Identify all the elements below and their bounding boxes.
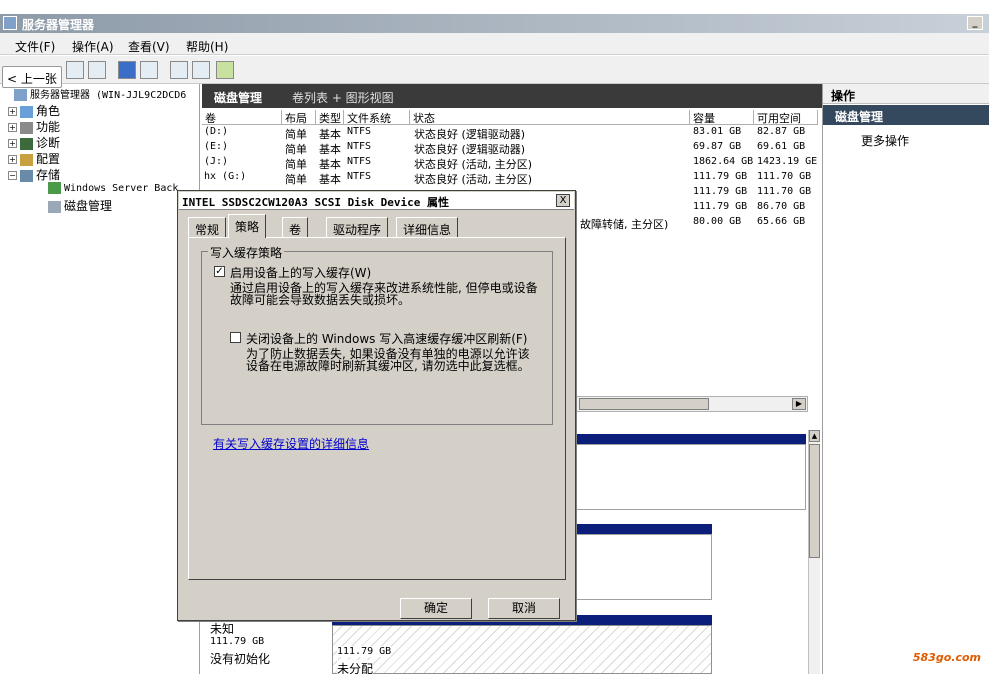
previous-button[interactable]: < 上一张: [2, 66, 62, 88]
disk-status: 未知: [210, 622, 235, 636]
scroll-right-icon[interactable]: ▶: [792, 398, 806, 410]
column-header-layout[interactable]: 布局: [282, 110, 316, 125]
disk-size: 111.79 GB: [210, 636, 265, 647]
panel-title: 磁盘管理: [214, 91, 263, 105]
unallocated-partition[interactable]: 111.79 GB 未分配: [332, 625, 712, 674]
show-hide-tree-icon[interactable]: [88, 61, 106, 79]
tab-volumes[interactable]: 卷: [282, 217, 309, 237]
menu-help[interactable]: 帮助(H): [186, 38, 228, 55]
column-header-volume[interactable]: 卷: [202, 110, 282, 125]
expand-icon[interactable]: +: [8, 155, 17, 164]
disk-bar: [576, 524, 712, 534]
navigation-tree: 服务器管理器 (WIN-JJL9C2DCD6 + 角色 + 功能 + 诊断 + 配置 −…: [0, 84, 200, 674]
server-icon: [14, 88, 27, 101]
window-title: 服务器管理器: [22, 18, 95, 32]
tree-item-diagnostics[interactable]: + 诊断: [8, 134, 60, 151]
partition-block[interactable]: [576, 534, 712, 600]
tree-item-roles[interactable]: + 角色: [8, 102, 60, 119]
action-pane-icon[interactable]: [140, 61, 158, 79]
properties-icon[interactable]: [192, 61, 210, 79]
turn-off-flush-desc: 为了防止数据丢失, 如果设备没有单独的电源以允许该 设备在电源故障时刷新其缓冲区…: [246, 347, 530, 373]
policies-tab-panel: 写入缓存策略 ✓ 启用设备上的写入缓存(W) 通过启用设备上的写入缓存来改进系统…: [188, 237, 566, 580]
column-header-filesystem[interactable]: 文件系统: [344, 110, 410, 125]
disk-icon[interactable]: [216, 61, 234, 79]
backup-icon: [48, 182, 61, 194]
partition-block[interactable]: [576, 444, 806, 510]
refresh-icon[interactable]: [170, 61, 188, 79]
turn-off-flush-label[interactable]: 关闭设备上的 Windows 写入高速缓存缓冲区刷新(F): [246, 330, 527, 347]
unallocated-label: 未分配: [337, 660, 374, 674]
tab-policies[interactable]: 策略: [228, 214, 267, 238]
expand-icon[interactable]: +: [8, 107, 17, 116]
column-header-type[interactable]: 类型: [316, 110, 344, 125]
group-label: 写入缓存策略: [208, 244, 285, 261]
tree-item-features[interactable]: + 功能: [8, 118, 60, 135]
ok-button[interactable]: 确定: [400, 598, 472, 619]
actions-section-disk-management[interactable]: 磁盘管理: [823, 105, 989, 125]
tree-item-windows-server-backup[interactable]: Windows Server Back: [48, 182, 178, 194]
write-cache-details-link[interactable]: 有关写入缓存设置的详细信息: [213, 435, 369, 452]
storage-icon: [20, 169, 33, 182]
tree-root[interactable]: 服务器管理器 (WIN-JJL9C2DCD6: [14, 86, 186, 101]
server-manager-icon: [3, 16, 17, 30]
scrollbar-thumb[interactable]: [809, 444, 820, 558]
more-actions-link[interactable]: 更多操作: [861, 132, 909, 149]
tab-details[interactable]: 详细信息: [396, 217, 459, 237]
enable-write-cache-label[interactable]: 启用设备上的写入缓存(W): [230, 264, 371, 281]
enable-write-cache-checkbox[interactable]: ✓: [214, 266, 225, 277]
graphical-vertical-scrollbar[interactable]: ▲: [808, 430, 820, 674]
disk-bar: [576, 434, 806, 444]
panel-header: 磁盘管理 卷列表 + 图形视图: [202, 84, 822, 108]
actions-header: 操作: [823, 84, 989, 104]
features-icon: [20, 121, 33, 134]
close-button[interactable]: X: [556, 194, 570, 207]
disk-init-state: 没有初始化: [210, 652, 271, 666]
configuration-icon: [20, 153, 33, 166]
tree-item-storage[interactable]: − 存储: [8, 166, 60, 183]
list-horizontal-scrollbar[interactable]: ▶: [576, 396, 808, 412]
watermark: 583go.com: [912, 651, 981, 664]
disk-properties-dialog: INTEL SSDSC2CW120A3 SCSI Disk Device 属性 …: [177, 190, 576, 621]
enable-write-cache-desc: 通过启用设备上的写入缓存来改进系统性能, 但停电或设备 故障可能会导致数据丢失或…: [230, 281, 538, 307]
menu-bar: 文件(F) 操作(A) 查看(V) 帮助(H): [0, 33, 989, 55]
dialog-title-bar: INTEL SSDSC2CW120A3 SCSI Disk Device 属性 …: [179, 192, 574, 210]
tree-item-disk-management[interactable]: 磁盘管理: [48, 197, 112, 214]
column-header-capacity[interactable]: 容量: [690, 110, 754, 125]
tab-general[interactable]: 常规: [188, 217, 227, 237]
tab-driver[interactable]: 驱动程序: [326, 217, 389, 237]
turn-off-flush-checkbox[interactable]: [230, 332, 241, 343]
up-folder-icon[interactable]: [66, 61, 84, 79]
disk-management-icon: [48, 200, 61, 213]
roles-icon: [20, 105, 33, 118]
diagnostics-icon: [20, 137, 33, 150]
scrollbar-thumb[interactable]: [579, 398, 709, 410]
help-icon[interactable]: [118, 61, 136, 79]
expand-icon[interactable]: +: [8, 123, 17, 132]
collapse-icon[interactable]: −: [8, 171, 17, 180]
menu-action[interactable]: 操作(A): [72, 38, 114, 55]
minimize-button[interactable]: _: [967, 16, 983, 30]
window-title-bar: 服务器管理器 _: [0, 14, 989, 33]
panel-subtitle: 卷列表 + 图形视图: [292, 91, 394, 105]
menu-file[interactable]: 文件(F): [15, 38, 55, 55]
scroll-up-icon[interactable]: ▲: [809, 430, 820, 442]
menu-view[interactable]: 查看(V): [128, 38, 170, 55]
actions-panel: 操作 磁盘管理 更多操作: [822, 84, 989, 674]
toolbar: [0, 56, 989, 84]
cancel-button[interactable]: 取消: [488, 598, 560, 619]
unallocated-size: 111.79 GB: [337, 646, 392, 657]
tree-item-configuration[interactable]: + 配置: [8, 150, 60, 167]
expand-icon[interactable]: +: [8, 139, 17, 148]
column-header-status[interactable]: 状态: [410, 110, 690, 125]
write-cache-policy-group: 写入缓存策略 ✓ 启用设备上的写入缓存(W) 通过启用设备上的写入缓存来改进系统…: [201, 244, 553, 425]
column-header-free-space[interactable]: 可用空间: [754, 110, 818, 125]
dialog-title: INTEL SSDSC2CW120A3 SCSI Disk Device 属性: [182, 196, 450, 209]
